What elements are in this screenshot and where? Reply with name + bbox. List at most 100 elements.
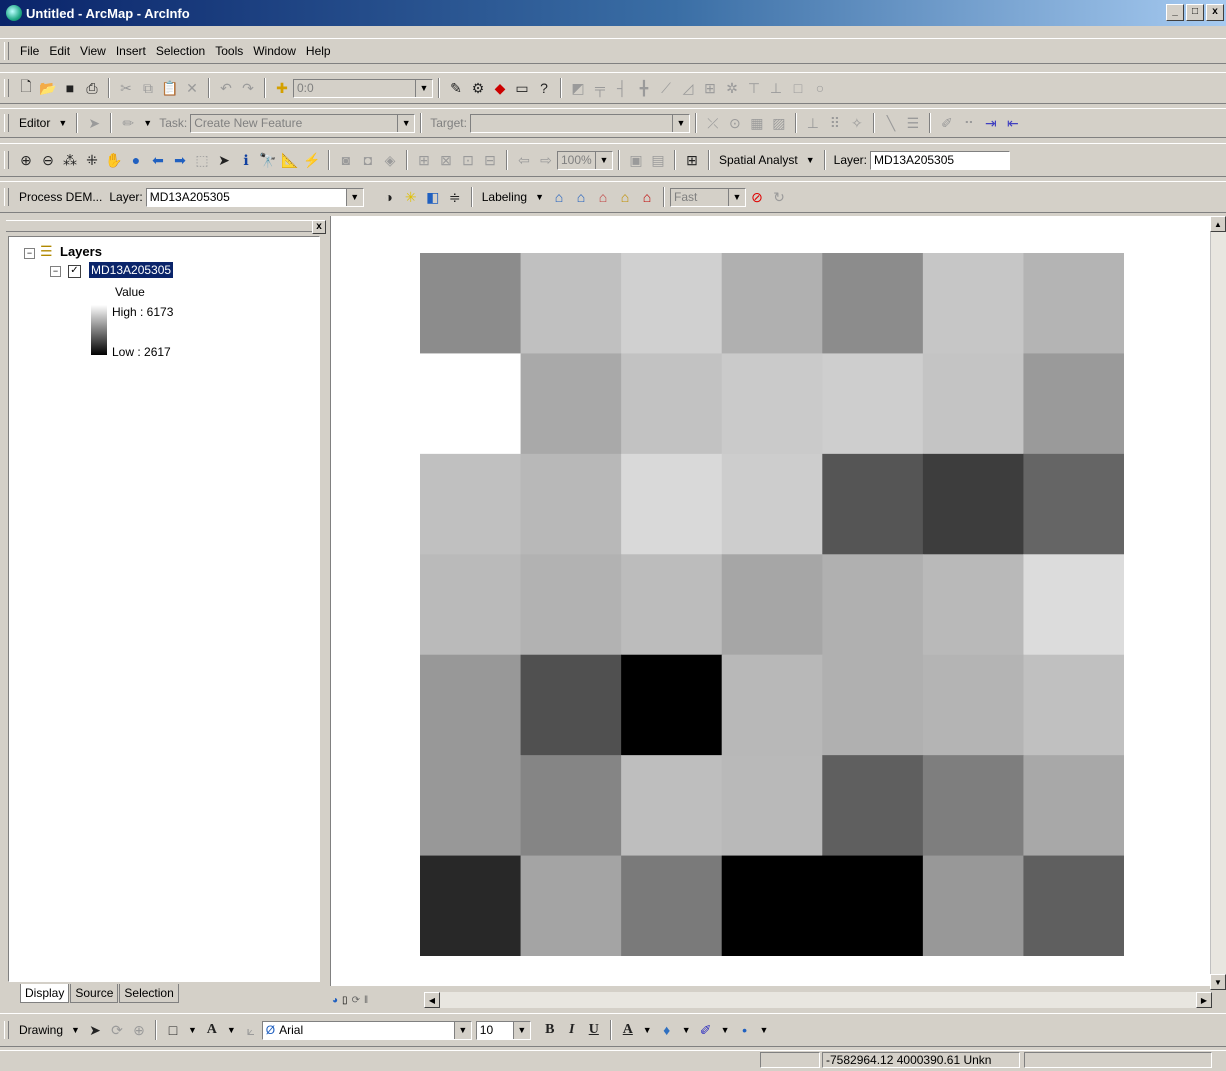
editor-menu[interactable]: Editor	[15, 116, 54, 130]
edit-icon-2[interactable]: ⊙	[724, 112, 746, 134]
layout-zoom-in-icon[interactable]: ◙	[335, 149, 357, 171]
tool-icon-8[interactable]: ✲	[721, 77, 743, 99]
layout-icon-4[interactable]: ⊟	[479, 149, 501, 171]
delete-icon[interactable]: ✕	[181, 77, 203, 99]
select-features-icon[interactable]: ⬚	[191, 149, 213, 171]
layer-visibility-checkbox[interactable]: ✓	[68, 265, 81, 278]
unplaced-labels-icon[interactable]: ⌂	[636, 186, 658, 208]
tool-icon-10[interactable]: ⊥	[765, 77, 787, 99]
sketch-properties-icon[interactable]: ▨	[768, 112, 790, 134]
arctoolbox-icon[interactable]: ⚙	[467, 77, 489, 99]
layout-icon-2[interactable]: ⊠	[435, 149, 457, 171]
contrast-icon[interactable]: ◑	[378, 186, 400, 208]
rotate-icon[interactable]: ⟳	[106, 1019, 128, 1041]
edit-icon-1[interactable]: ⤫	[702, 112, 724, 134]
redo-icon[interactable]: ↷	[237, 77, 259, 99]
drawing-menu[interactable]: Drawing	[15, 1023, 67, 1037]
tab-display[interactable]: Display	[20, 984, 70, 1003]
full-extent-icon[interactable]: ●	[125, 149, 147, 171]
layout-pan-icon[interactable]: ◈	[379, 149, 401, 171]
hyperlink-icon[interactable]: ⚡	[301, 149, 323, 171]
layout-view-icon-1[interactable]: ▣	[625, 149, 647, 171]
menu-view[interactable]: View	[75, 44, 111, 58]
tool-icon-4[interactable]: ╋	[633, 77, 655, 99]
new-text-icon[interactable]: A	[201, 1019, 223, 1041]
select-elements-icon[interactable]: ➤	[84, 1019, 106, 1041]
paste-icon[interactable]: 📋	[159, 77, 181, 99]
line-style-icon[interactable]: ☰	[902, 112, 924, 134]
layout-icon-1[interactable]: ⊞	[413, 149, 435, 171]
print-icon[interactable]: ⎙	[81, 77, 103, 99]
transparency-icon[interactable]: ◧	[422, 186, 444, 208]
menu-selection[interactable]: Selection	[151, 44, 210, 58]
scroll-left-icon[interactable]: ◀	[424, 992, 440, 1008]
tool-icon-2[interactable]: ╤	[589, 77, 611, 99]
cut-icon[interactable]: ✂	[115, 77, 137, 99]
layout-zoom-out-icon[interactable]: ◘	[357, 149, 379, 171]
topology-icon-3[interactable]: ✧	[846, 112, 868, 134]
tab-selection[interactable]: Selection	[119, 984, 179, 1003]
new-rectangle-icon[interactable]: □	[162, 1019, 184, 1041]
layout-forward-icon[interactable]: ⇨	[535, 149, 557, 171]
menu-window[interactable]: Window	[248, 44, 301, 58]
topology-icon-1[interactable]: ⊥	[802, 112, 824, 134]
labeling-menu[interactable]: Labeling	[478, 190, 531, 204]
rectangle-icon[interactable]: □	[787, 77, 809, 99]
new-document-icon[interactable]: 🗋	[15, 77, 37, 99]
menu-edit[interactable]: Edit	[44, 44, 75, 58]
maximize-button[interactable]: □	[1186, 4, 1204, 21]
collapse-layers-icon[interactable]: −	[24, 248, 35, 259]
font-color-icon[interactable]: A	[617, 1019, 639, 1041]
tool-icon-6[interactable]: ◿	[677, 77, 699, 99]
collapse-layer-icon[interactable]: −	[50, 266, 61, 277]
menu-help[interactable]: Help	[301, 44, 336, 58]
layout-icon-3[interactable]: ⊡	[457, 149, 479, 171]
scroll-up-icon[interactable]: ▲	[1210, 216, 1226, 232]
tool-icon-3[interactable]: ┤	[611, 77, 633, 99]
zoom-percent-combo[interactable]: 100% ▼	[557, 150, 613, 170]
menu-file[interactable]: File	[15, 44, 44, 58]
forward-extent-icon[interactable]: ➡	[169, 149, 191, 171]
menu-tools[interactable]: Tools	[210, 44, 248, 58]
horizontal-scrollbar[interactable]	[440, 992, 1210, 1008]
edit-vertices-icon[interactable]: ⟀	[240, 1019, 262, 1041]
edit-tool-icon[interactable]: ➤	[83, 112, 105, 134]
spatial-analyst-menu[interactable]: Spatial Analyst	[715, 153, 802, 167]
bold-button[interactable]: B	[539, 1019, 561, 1041]
menu-insert[interactable]: Insert	[111, 44, 151, 58]
vertex-icon[interactable]: ⠒	[958, 112, 980, 134]
layout-view-icon[interactable]: ▯	[342, 995, 348, 1006]
zoom-to-elements-icon[interactable]: ⊕	[128, 1019, 150, 1041]
spatial-analyst-icon[interactable]: ⊞	[681, 149, 703, 171]
brightness-icon[interactable]: ✳	[400, 186, 422, 208]
scroll-down-icon[interactable]: ▼	[1210, 974, 1226, 990]
identify-icon[interactable]: ℹ	[235, 149, 257, 171]
arccatalog-icon[interactable]: ◆	[489, 77, 511, 99]
sketch-tool-icon[interactable]: ✏	[117, 112, 139, 134]
lock-labels-icon[interactable]: ⌂	[614, 186, 636, 208]
attributes-icon[interactable]: ▦	[746, 112, 768, 134]
save-icon[interactable]: ■	[59, 77, 81, 99]
zoom-out-icon[interactable]: ⊖	[37, 149, 59, 171]
swipe-icon[interactable]: ≑	[444, 186, 466, 208]
pan-icon[interactable]: ✋	[103, 149, 125, 171]
eraser-icon[interactable]: ✐	[936, 112, 958, 134]
label-priority-icon[interactable]: ⌂	[570, 186, 592, 208]
target-combo[interactable]: ▼	[469, 113, 690, 133]
font-size-combo[interactable]: 10 ▼	[475, 1020, 531, 1040]
data-view-icon[interactable]: ◕	[332, 995, 338, 1006]
copy-icon[interactable]: ⧉	[137, 77, 159, 99]
label-weights-icon[interactable]: ⌂	[592, 186, 614, 208]
scroll-right-icon[interactable]: ▶	[1196, 992, 1212, 1008]
fixed-zoom-out-icon[interactable]: ⁜	[81, 149, 103, 171]
command-line-icon[interactable]: ▭	[511, 77, 533, 99]
font-combo[interactable]: Ø Arial ▼	[261, 1020, 472, 1040]
undo-icon[interactable]: ↶	[215, 77, 237, 99]
refresh-view-icon[interactable]: ⟳	[352, 995, 360, 1006]
add-data-icon[interactable]: ✚	[271, 77, 293, 99]
back-extent-icon[interactable]: ⬅	[147, 149, 169, 171]
snap-icon-2[interactable]: ⇤	[1002, 112, 1024, 134]
tool-icon-7[interactable]: ⊞	[699, 77, 721, 99]
layers-root-label[interactable]: Layers	[60, 244, 102, 259]
map-scale-combo[interactable]: 0:0 ▼	[293, 78, 433, 98]
